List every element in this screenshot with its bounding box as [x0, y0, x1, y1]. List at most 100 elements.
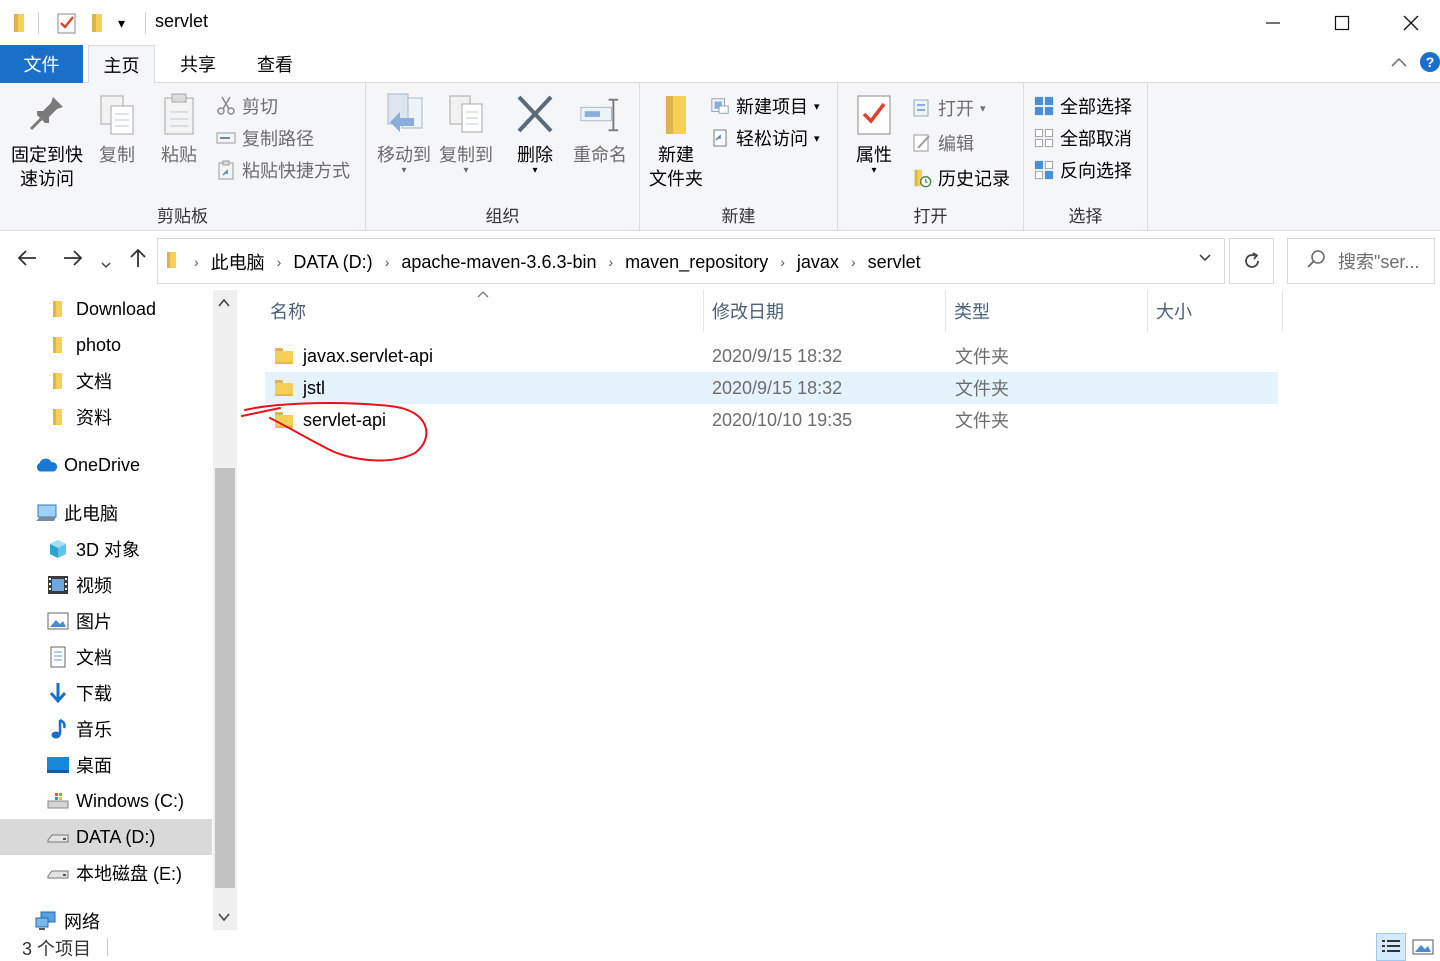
nav-item-onedrive[interactable]: OneDrive: [0, 447, 212, 483]
tab-share[interactable]: 共享: [165, 45, 231, 83]
new-group-label: 新建: [721, 207, 756, 226]
maximize-button[interactable]: [1307, 0, 1377, 45]
nav-item-drive-c[interactable]: Windows (C:): [0, 783, 212, 819]
scroll-up-icon[interactable]: [217, 296, 231, 312]
nav-item-this-pc[interactable]: 此电脑: [0, 495, 212, 531]
scroll-down-icon[interactable]: [217, 910, 231, 926]
recent-locations-icon[interactable]: [100, 251, 112, 277]
forward-button[interactable]: [62, 247, 84, 275]
address-row: › 此电脑 › DATA (D:) › apache-maven-3.6.3-b…: [0, 237, 1440, 285]
column-header-size[interactable]: 大小: [1148, 290, 1283, 332]
new-folder-button[interactable]: 新建 文件夹: [646, 91, 706, 191]
chevron-right-icon[interactable]: ›: [269, 254, 290, 270]
file-type: 文件夹: [955, 347, 1009, 367]
table-row[interactable]: javax.servlet-api 2020/9/15 18:32 文件夹: [265, 340, 1278, 372]
drive-icon: [46, 789, 70, 813]
nav-scrollbar[interactable]: [213, 290, 237, 930]
nav-item-photo[interactable]: photo: [0, 327, 212, 363]
pin-quick-access-button[interactable]: 固定到快 速访问: [6, 91, 88, 191]
download-icon: [46, 681, 70, 705]
nav-item-download[interactable]: Download: [0, 291, 212, 327]
select-group: 全部选择 全部取消 反向选择 选择: [1024, 83, 1148, 231]
video-icon: [46, 573, 70, 597]
details-view-button[interactable]: [1376, 933, 1406, 961]
crumb-javax[interactable]: javax: [793, 252, 843, 273]
address-bar[interactable]: › 此电脑 › DATA (D:) › apache-maven-3.6.3-b…: [157, 238, 1225, 284]
minimize-button[interactable]: [1238, 0, 1308, 45]
rename-button[interactable]: 重命名: [568, 91, 632, 167]
properties-quick-icon[interactable]: [56, 10, 78, 36]
network-icon: [34, 909, 58, 930]
invert-selection-button[interactable]: 反向选择: [1034, 157, 1132, 183]
copy-button[interactable]: 复制: [94, 91, 140, 167]
tab-view[interactable]: 查看: [242, 45, 308, 83]
new-item-icon: [710, 96, 730, 116]
up-button[interactable]: [127, 247, 149, 275]
table-row[interactable]: jstl 2020/9/15 18:32 文件夹: [265, 372, 1278, 404]
collapse-ribbon-icon[interactable]: [1390, 53, 1408, 74]
paste-shortcut-button[interactable]: 粘贴快捷方式: [216, 157, 350, 183]
title-bar: ▾ servlet: [0, 0, 1440, 45]
nav-item-documents-folder[interactable]: 文档: [0, 363, 212, 399]
move-to-button[interactable]: 移动到 ▾: [372, 91, 436, 176]
tab-home[interactable]: 主页: [88, 45, 155, 84]
nav-item-drive-d[interactable]: DATA (D:): [0, 819, 212, 855]
column-header-type[interactable]: 类型: [946, 290, 1148, 332]
chevron-right-icon[interactable]: ›: [377, 254, 398, 270]
crumb-servlet[interactable]: servlet: [864, 252, 925, 273]
column-header-date[interactable]: 修改日期: [704, 290, 946, 332]
properties-button[interactable]: 属性 ▾: [850, 91, 898, 176]
nav-item-music[interactable]: 音乐: [0, 711, 212, 747]
file-type: 文件夹: [955, 411, 1009, 431]
open-button[interactable]: 打开 ▾: [912, 95, 986, 121]
edit-button[interactable]: 编辑: [912, 130, 974, 156]
search-input[interactable]: 搜索"ser...: [1338, 248, 1419, 274]
navigation-pane: Download photo 文档 资料 OneDrive 此电脑 3D 对象 …: [0, 290, 212, 930]
copy-to-button[interactable]: 复制到 ▾: [436, 91, 496, 176]
back-button[interactable]: [16, 247, 38, 275]
scrollbar-thumb[interactable]: [215, 468, 235, 888]
paste-button[interactable]: 粘贴: [156, 91, 202, 167]
new-item-button[interactable]: 新建项目 ▾: [710, 93, 820, 119]
nav-item-documents[interactable]: 文档: [0, 639, 212, 675]
crumb-data-drive[interactable]: DATA (D:): [289, 252, 376, 273]
file-type: 文件夹: [955, 379, 1009, 399]
cut-button[interactable]: 剪切: [216, 93, 278, 119]
help-icon[interactable]: ?: [1420, 52, 1440, 72]
delete-button[interactable]: 删除 ▾: [512, 91, 558, 176]
nav-item-downloads[interactable]: 下载: [0, 675, 212, 711]
address-history-icon[interactable]: [1198, 250, 1212, 269]
nav-item-materials[interactable]: 资料: [0, 399, 212, 435]
large-icons-view-button[interactable]: [1408, 933, 1438, 961]
nav-item-3d-objects[interactable]: 3D 对象: [0, 531, 212, 567]
crumb-maven-repository[interactable]: maven_repository: [621, 252, 772, 273]
search-icon: [1306, 249, 1326, 274]
refresh-button[interactable]: [1229, 238, 1274, 284]
select-none-button[interactable]: 全部取消: [1034, 125, 1132, 151]
crumb-this-pc[interactable]: 此电脑: [207, 249, 269, 275]
chevron-right-icon[interactable]: ›: [843, 254, 864, 270]
close-button[interactable]: [1376, 0, 1440, 45]
chevron-right-icon[interactable]: ›: [772, 254, 793, 270]
nav-item-pictures[interactable]: 图片: [0, 603, 212, 639]
nav-item-videos[interactable]: 视频: [0, 567, 212, 603]
table-row[interactable]: servlet-api 2020/10/10 19:35 文件夹: [265, 404, 1278, 436]
folder-icon: [10, 10, 30, 36]
rename-icon: [579, 91, 621, 139]
chevron-right-icon[interactable]: ›: [600, 254, 621, 270]
clipboard-group-label: 剪贴板: [157, 207, 208, 226]
new-folder-quick-icon[interactable]: [88, 10, 108, 36]
history-icon: [912, 168, 932, 188]
nav-item-desktop[interactable]: 桌面: [0, 747, 212, 783]
copy-path-button[interactable]: 复制路径: [216, 125, 314, 151]
easy-access-button[interactable]: 轻松访问 ▾: [710, 125, 820, 151]
search-box[interactable]: 搜索"ser...: [1287, 238, 1435, 284]
nav-item-drive-e[interactable]: 本地磁盘 (E:): [0, 855, 212, 891]
history-button[interactable]: 历史记录: [912, 165, 1010, 191]
nav-item-network[interactable]: 网络: [0, 903, 212, 930]
customize-quick-access-icon[interactable]: ▾: [118, 10, 125, 36]
select-all-button[interactable]: 全部选择: [1034, 93, 1132, 119]
crumb-maven[interactable]: apache-maven-3.6.3-bin: [397, 252, 600, 273]
tab-file[interactable]: 文件: [0, 45, 83, 83]
column-header-name[interactable]: 名称: [262, 290, 704, 332]
